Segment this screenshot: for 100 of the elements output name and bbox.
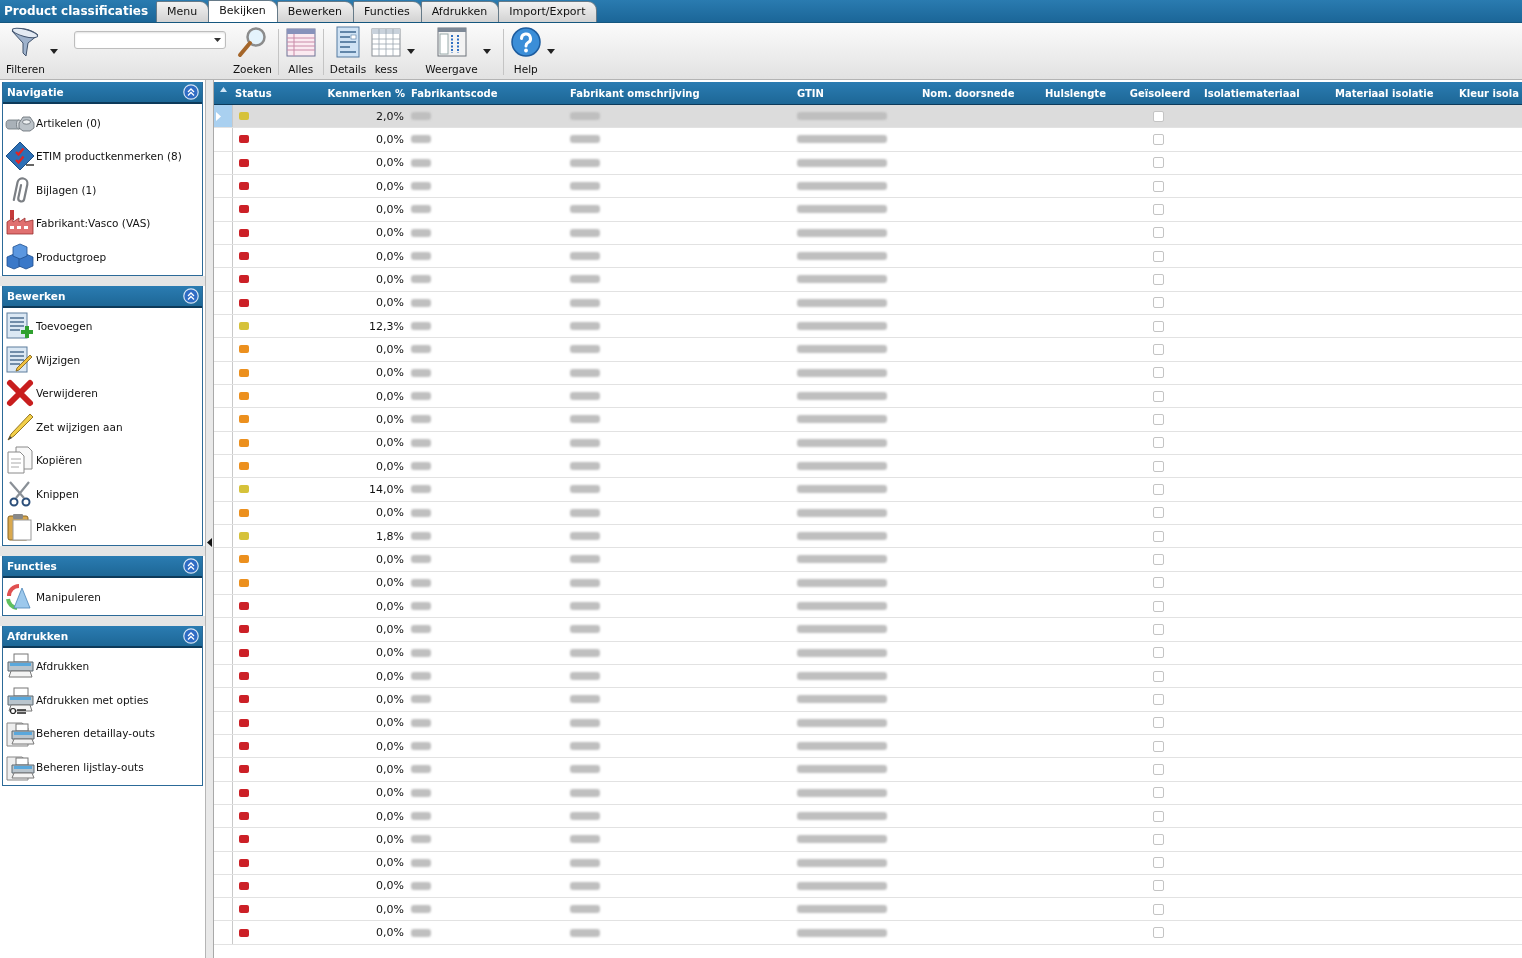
table-row[interactable]: 0,0% xyxy=(214,641,1522,665)
table-row[interactable]: 0,0% xyxy=(214,571,1522,595)
sidebar-item[interactable]: Wijzigen xyxy=(3,343,202,377)
checkbox[interactable] xyxy=(1152,460,1164,472)
row-selector[interactable] xyxy=(214,105,233,128)
checkbox[interactable] xyxy=(1152,810,1164,822)
table-row[interactable]: 0,0% xyxy=(214,548,1522,572)
dropdown-caret-icon[interactable] xyxy=(49,49,58,54)
column-header[interactable]: Hulslengte xyxy=(1041,82,1122,104)
toolbar-button[interactable]: Weergave xyxy=(423,23,480,78)
column-header[interactable]: Nom. doorsnede xyxy=(918,82,1041,104)
sidebar-item[interactable]: Zet wijzigen aan xyxy=(3,410,202,444)
tab[interactable]: Bewerken xyxy=(276,1,355,22)
table-row[interactable]: 0,0% xyxy=(214,128,1522,152)
checkbox[interactable] xyxy=(1152,507,1164,519)
table-row[interactable]: 0,0% xyxy=(214,781,1522,805)
table-row[interactable]: 0,0% xyxy=(214,921,1522,945)
collapse-icon[interactable] xyxy=(183,287,199,304)
table-row[interactable]: 0,0% xyxy=(214,851,1522,875)
table-row[interactable]: 14,0% xyxy=(214,478,1522,502)
checkbox[interactable] xyxy=(1152,717,1164,729)
table-row[interactable]: 0,0% xyxy=(214,618,1522,642)
sidebar-item[interactable]: Beheren detaillay-outs xyxy=(3,716,202,750)
collapse-icon[interactable] xyxy=(183,84,199,100)
checkbox[interactable] xyxy=(1152,647,1164,659)
table-row[interactable]: 0,0% xyxy=(214,874,1522,899)
table-row[interactable]: 0,0% xyxy=(214,594,1522,619)
table-row[interactable]: 0,0% xyxy=(214,664,1522,689)
arrow-left-icon[interactable] xyxy=(207,538,212,547)
sidebar-item[interactable]: Toevoegen xyxy=(3,309,202,343)
checkbox[interactable] xyxy=(1152,623,1164,635)
toolbar-button[interactable]: Alles xyxy=(282,23,319,78)
checkbox[interactable] xyxy=(1152,833,1164,845)
checkbox[interactable] xyxy=(1152,530,1164,542)
table-row[interactable]: 2,0% xyxy=(214,105,1522,129)
table-row[interactable]: 0,0% xyxy=(214,221,1522,245)
sidebar-item[interactable]: Artikelen (0) xyxy=(3,106,202,140)
sort-arrow-icon[interactable] xyxy=(220,87,227,92)
column-header[interactable]: Kleur isola xyxy=(1456,82,1522,104)
checkbox[interactable] xyxy=(1152,553,1164,565)
sidebar-item[interactable]: Beheren lijstlay-outs xyxy=(3,750,202,784)
checkbox[interactable] xyxy=(1152,857,1164,869)
checkbox[interactable] xyxy=(1152,670,1164,682)
toolbar-button[interactable]: kess xyxy=(368,23,405,78)
checkbox[interactable] xyxy=(1152,227,1164,239)
toolbar-button[interactable]: Filteren xyxy=(4,23,47,78)
table-row[interactable]: 0,0% xyxy=(214,431,1522,455)
collapse-icon[interactable] xyxy=(183,627,199,644)
table-row[interactable]: 0,0% xyxy=(214,268,1522,292)
checkbox[interactable] xyxy=(1152,413,1164,425)
table-row[interactable]: 0,0% xyxy=(214,151,1522,175)
table-row[interactable]: 0,0% xyxy=(214,734,1522,759)
checkbox[interactable] xyxy=(1152,740,1164,752)
table-row[interactable]: 0,0% xyxy=(214,198,1522,222)
dropdown-caret-icon[interactable] xyxy=(546,49,555,54)
checkbox[interactable] xyxy=(1152,297,1164,309)
dropdown-caret-icon[interactable] xyxy=(407,49,416,54)
table-row[interactable]: 0,0% xyxy=(214,408,1522,432)
table-row[interactable]: 0,0% xyxy=(214,501,1522,525)
checkbox[interactable] xyxy=(1152,880,1164,892)
sidebar-item[interactable]: ETIM productkenmerken (8) xyxy=(3,139,202,173)
checkbox[interactable] xyxy=(1152,273,1164,285)
toolbar-button[interactable]: Details xyxy=(327,23,369,78)
dropdown-field[interactable] xyxy=(73,31,226,49)
toolbar-button[interactable]: Zoeken xyxy=(230,23,274,78)
sidebar-item[interactable]: Bijlagen (1) xyxy=(3,173,202,207)
sidebar-item[interactable]: Kopiëren xyxy=(3,443,202,477)
toolbar-button[interactable]: Help xyxy=(507,23,544,78)
collapse-icon[interactable] xyxy=(183,558,199,574)
column-header[interactable]: Fabrikantscode xyxy=(407,82,566,104)
column-header[interactable]: Kenmerken % xyxy=(300,82,407,104)
table-row[interactable]: 0,0% xyxy=(214,758,1522,782)
table-row[interactable]: 0,0% xyxy=(214,711,1522,735)
table-row[interactable]: 12,3% xyxy=(214,314,1522,339)
column-header[interactable]: Geïsoleerd xyxy=(1122,82,1200,104)
checkbox[interactable] xyxy=(1152,600,1164,612)
checkbox[interactable] xyxy=(1152,134,1164,145)
table-row[interactable]: 0,0% xyxy=(214,175,1522,199)
column-header[interactable]: GTIN xyxy=(793,82,918,104)
checkbox[interactable] xyxy=(1152,927,1164,939)
table-row[interactable]: 0,0% xyxy=(214,291,1522,315)
sidebar-item[interactable]: Plakken xyxy=(3,510,202,544)
checkbox[interactable] xyxy=(1152,367,1164,379)
column-header[interactable]: Fabrikant omschrijving xyxy=(566,82,793,104)
table-row[interactable]: 0,0% xyxy=(214,338,1522,362)
table-row[interactable]: 0,0% xyxy=(214,804,1522,829)
checkbox[interactable] xyxy=(1152,390,1164,402)
tab[interactable]: Import/Export xyxy=(498,1,598,22)
table-row[interactable]: 0,0% xyxy=(214,244,1522,269)
sidebar-item[interactable]: Productgroep xyxy=(3,240,202,274)
checkbox[interactable] xyxy=(1152,693,1164,705)
column-header[interactable]: Isolatiemateriaal xyxy=(1200,82,1331,104)
checkbox[interactable] xyxy=(1152,763,1164,775)
sidebar-item[interactable]: Knippen xyxy=(3,477,202,511)
sidebar-item[interactable]: Manipuleren xyxy=(3,580,202,614)
checkbox[interactable] xyxy=(1152,577,1164,589)
sidebar-item[interactable]: Verwijderen xyxy=(3,376,202,410)
checkbox[interactable] xyxy=(1152,483,1164,495)
checkbox[interactable] xyxy=(1152,343,1164,355)
checkbox[interactable] xyxy=(1152,437,1164,449)
